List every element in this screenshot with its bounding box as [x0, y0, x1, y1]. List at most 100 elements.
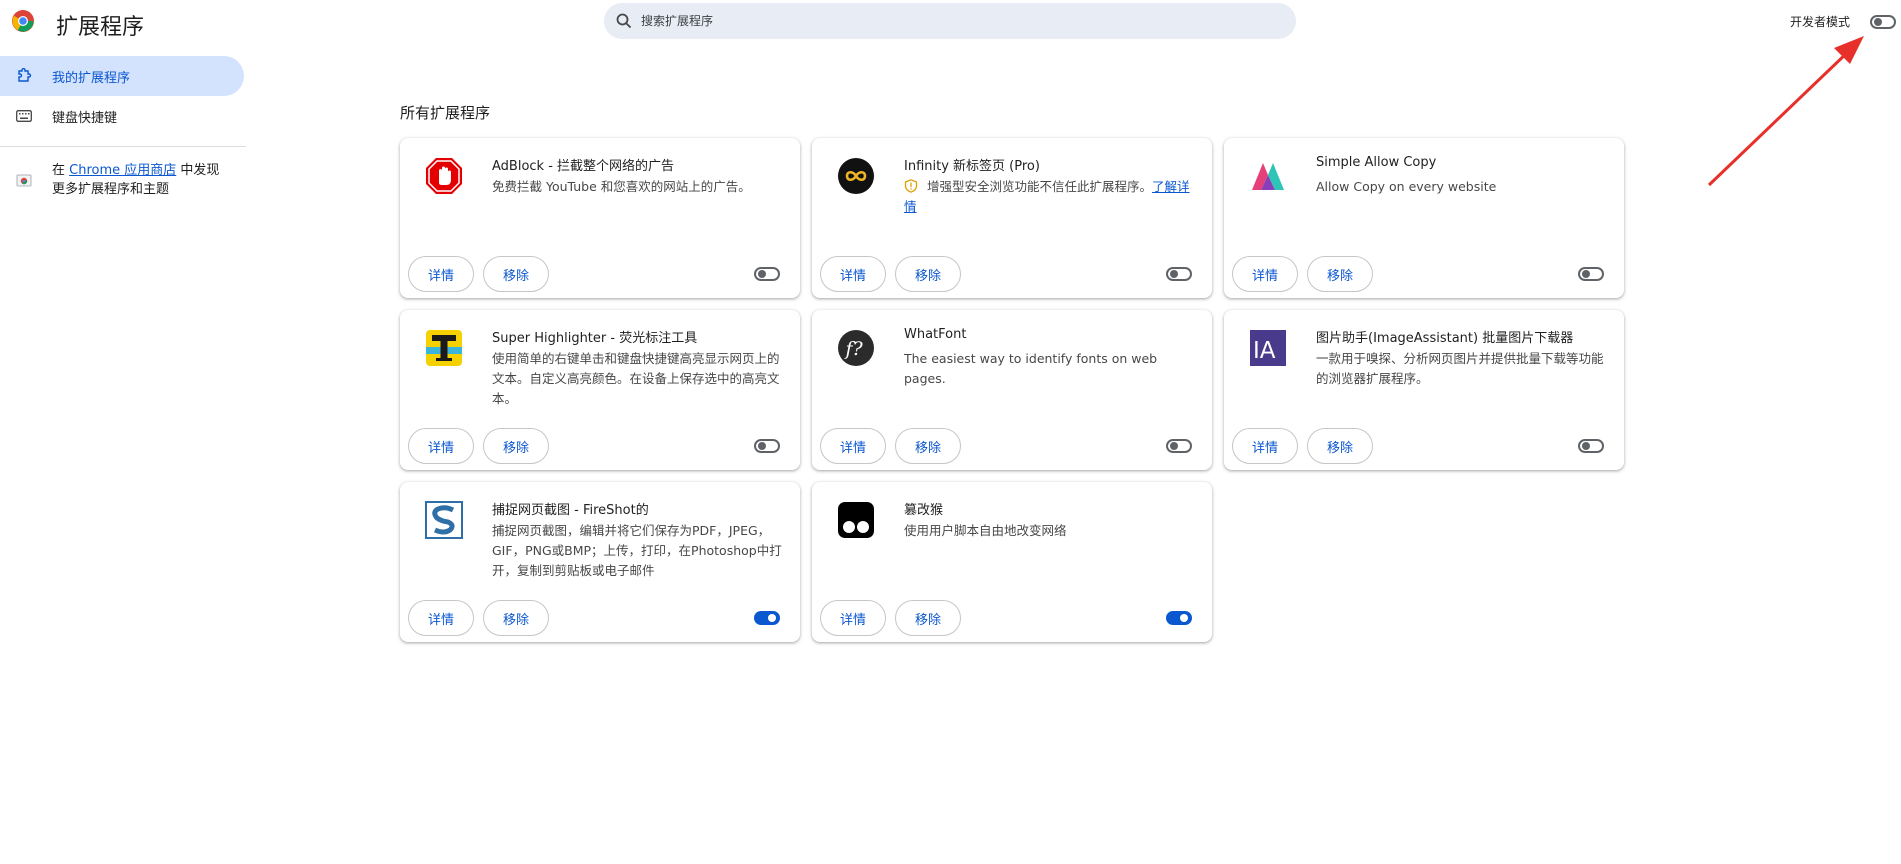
toggle-switch[interactable]: [754, 611, 780, 625]
extension-card-image-assistant: IA 图片助手(ImageAssistant) 批量图片下载器 一款用于嗅探、分…: [1224, 310, 1624, 470]
dev-mode-label: 开发者模式: [1790, 15, 1851, 29]
extension-toggle[interactable]: [1578, 266, 1604, 285]
extension-name: 图片助手(ImageAssistant) 批量图片下载器: [1316, 331, 1574, 346]
divider: [0, 146, 246, 147]
remove-button[interactable]: 移除: [895, 256, 961, 292]
extension-card-adblock: AdBlock - 拦截整个网络的广告 免费拦截 YouTube 和您喜欢的网站…: [400, 138, 800, 298]
extension-name: Infinity 新标签页 (Pro): [904, 159, 1040, 174]
extension-name: 捕捉网页截图 - FireShot的: [492, 503, 649, 518]
sidebar-item-label: 我的扩展程序: [52, 70, 131, 86]
sidebar: 我的扩展程序 键盘快捷键 在 Chrome 应用商店 中发现更多扩展程序和主题: [0, 56, 246, 199]
annotation-arrow-icon: [1707, 36, 1864, 187]
toggle-switch[interactable]: [1578, 267, 1604, 281]
toggle-knob: [1180, 614, 1188, 622]
sidebar-item-label: 键盘快捷键: [52, 110, 118, 126]
extension-name: 篡改猴: [904, 503, 944, 518]
extension-toggle[interactable]: [1578, 438, 1604, 457]
extension-card-fireshot: 捕捉网页截图 - FireShot的 捕捉网页截图，编辑并将它们保存为PDF，J…: [400, 482, 800, 642]
toggle-knob: [1582, 270, 1590, 278]
whatfont-icon: f?: [838, 330, 874, 366]
remove-button[interactable]: 移除: [1307, 256, 1373, 292]
toggle-switch[interactable]: [1166, 439, 1192, 453]
toggle-knob: [768, 614, 776, 622]
extension-description: 捕捉网页截图，编辑并将它们保存为PDF，JPEG，GIF，PNG或BMP；上传，…: [492, 523, 782, 578]
toggle-switch[interactable]: [754, 267, 780, 281]
extension-description: 一款用于嗅探、分析网页图片并提供批量下载等功能的浏览器扩展程序。: [1316, 351, 1604, 386]
extension-name: AdBlock - 拦截整个网络的广告: [492, 159, 675, 174]
details-button[interactable]: 详情: [408, 256, 474, 292]
extension-toggle[interactable]: [1166, 438, 1192, 457]
extension-toggle[interactable]: [754, 266, 780, 285]
puzzle-icon: [15, 67, 33, 85]
infinity-icon: [838, 158, 874, 194]
extension-card-simple-allow-copy: Simple Allow Copy Allow Copy on every we…: [1224, 138, 1624, 298]
toggle-knob: [1170, 442, 1178, 450]
extension-description: Allow Copy on every website: [1316, 179, 1497, 194]
extension-description: The easiest way to identify fonts on web…: [904, 351, 1158, 386]
chrome-logo-icon: [12, 10, 34, 32]
toggle-switch[interactable]: [1166, 267, 1192, 281]
details-button[interactable]: 详情: [408, 428, 474, 464]
extension-toggle[interactable]: [1166, 266, 1192, 285]
svg-text:IA: IA: [1253, 338, 1276, 364]
adblock-icon: [426, 158, 462, 194]
keyboard-icon: [15, 107, 33, 125]
extension-card-whatfont: f? WhatFont The easiest way to identify …: [812, 310, 1212, 470]
extension-toggle[interactable]: [1166, 610, 1192, 629]
extension-toggle[interactable]: [754, 610, 780, 629]
toggle-knob: [1582, 442, 1590, 450]
search-input[interactable]: [641, 14, 1241, 28]
toggle-knob: [1170, 270, 1178, 278]
remove-button[interactable]: 移除: [483, 428, 549, 464]
shield-warning-icon: [904, 179, 918, 193]
extension-description: 增强型安全浏览功能不信任此扩展程序。了解详情: [904, 177, 1196, 217]
extension-card-infinity: Infinity 新标签页 (Pro) 增强型安全浏览功能不信任此扩展程序。了解…: [812, 138, 1212, 298]
extension-description: 使用简单的右键单击和键盘快捷键高亮显示网页上的文本。自定义高亮颜色。在设备上保存…: [492, 351, 780, 406]
remove-button[interactable]: 移除: [895, 428, 961, 464]
details-button[interactable]: 详情: [408, 600, 474, 636]
remove-button[interactable]: 移除: [1307, 428, 1373, 464]
details-button[interactable]: 详情: [1232, 428, 1298, 464]
sidebar-item-my-extensions[interactable]: 我的扩展程序: [0, 56, 244, 96]
toggle-knob: [758, 270, 766, 278]
toggle-switch[interactable]: [1870, 15, 1896, 29]
super-highlighter-icon: [426, 330, 462, 366]
chrome-web-store-link[interactable]: Chrome 应用商店: [69, 163, 176, 178]
extension-name: Simple Allow Copy: [1316, 155, 1437, 170]
extension-description: 免费拦截 YouTube 和您喜欢的网站上的广告。: [492, 179, 751, 194]
remove-button[interactable]: 移除: [483, 256, 549, 292]
extension-toggle[interactable]: [754, 438, 780, 457]
toggle-switch[interactable]: [1578, 439, 1604, 453]
remove-button[interactable]: 移除: [483, 600, 549, 636]
toggle-knob: [1874, 18, 1882, 26]
extensions-grid: AdBlock - 拦截整个网络的广告 免费拦截 YouTube 和您喜欢的网站…: [400, 138, 1624, 642]
extension-card-super-highlighter: Super Highlighter - 荧光标注工具 使用简单的右键单击和键盘快…: [400, 310, 800, 470]
web-store-icon: [16, 174, 32, 187]
toggle-switch[interactable]: [1166, 611, 1192, 625]
header: 扩展程序 开发者模式: [0, 0, 1901, 42]
image-assistant-icon: IA: [1250, 330, 1286, 366]
details-button[interactable]: 详情: [820, 256, 886, 292]
toggle-switch[interactable]: [754, 439, 780, 453]
web-store-text: 在 Chrome 应用商店 中发现更多扩展程序和主题: [52, 161, 222, 199]
extension-card-tampermonkey: 篡改猴 使用用户脚本自由地改变网络 详情 移除: [812, 482, 1212, 642]
store-text-prefix: 在: [52, 163, 70, 178]
page-title: 扩展程序: [56, 15, 145, 40]
simple-allow-copy-icon: [1252, 163, 1284, 190]
sidebar-item-keyboard-shortcuts[interactable]: 键盘快捷键: [0, 96, 244, 136]
details-button[interactable]: 详情: [1232, 256, 1298, 292]
details-button[interactable]: 详情: [820, 600, 886, 636]
fireshot-icon: [425, 501, 463, 539]
extension-name: WhatFont: [904, 327, 967, 342]
tampermonkey-icon: [838, 502, 874, 538]
toggle-knob: [758, 442, 766, 450]
extension-description: 使用用户脚本自由地改变网络: [904, 523, 1067, 538]
dev-mode-toggle[interactable]: [1870, 14, 1896, 33]
remove-button[interactable]: 移除: [895, 600, 961, 636]
search-icon: [616, 13, 632, 29]
details-button[interactable]: 详情: [820, 428, 886, 464]
chrome-web-store-promo: 在 Chrome 应用商店 中发现更多扩展程序和主题: [0, 161, 246, 199]
section-title: 所有扩展程序: [400, 104, 491, 122]
search-bar[interactable]: [604, 3, 1296, 39]
svg-text:f?: f?: [844, 338, 864, 360]
